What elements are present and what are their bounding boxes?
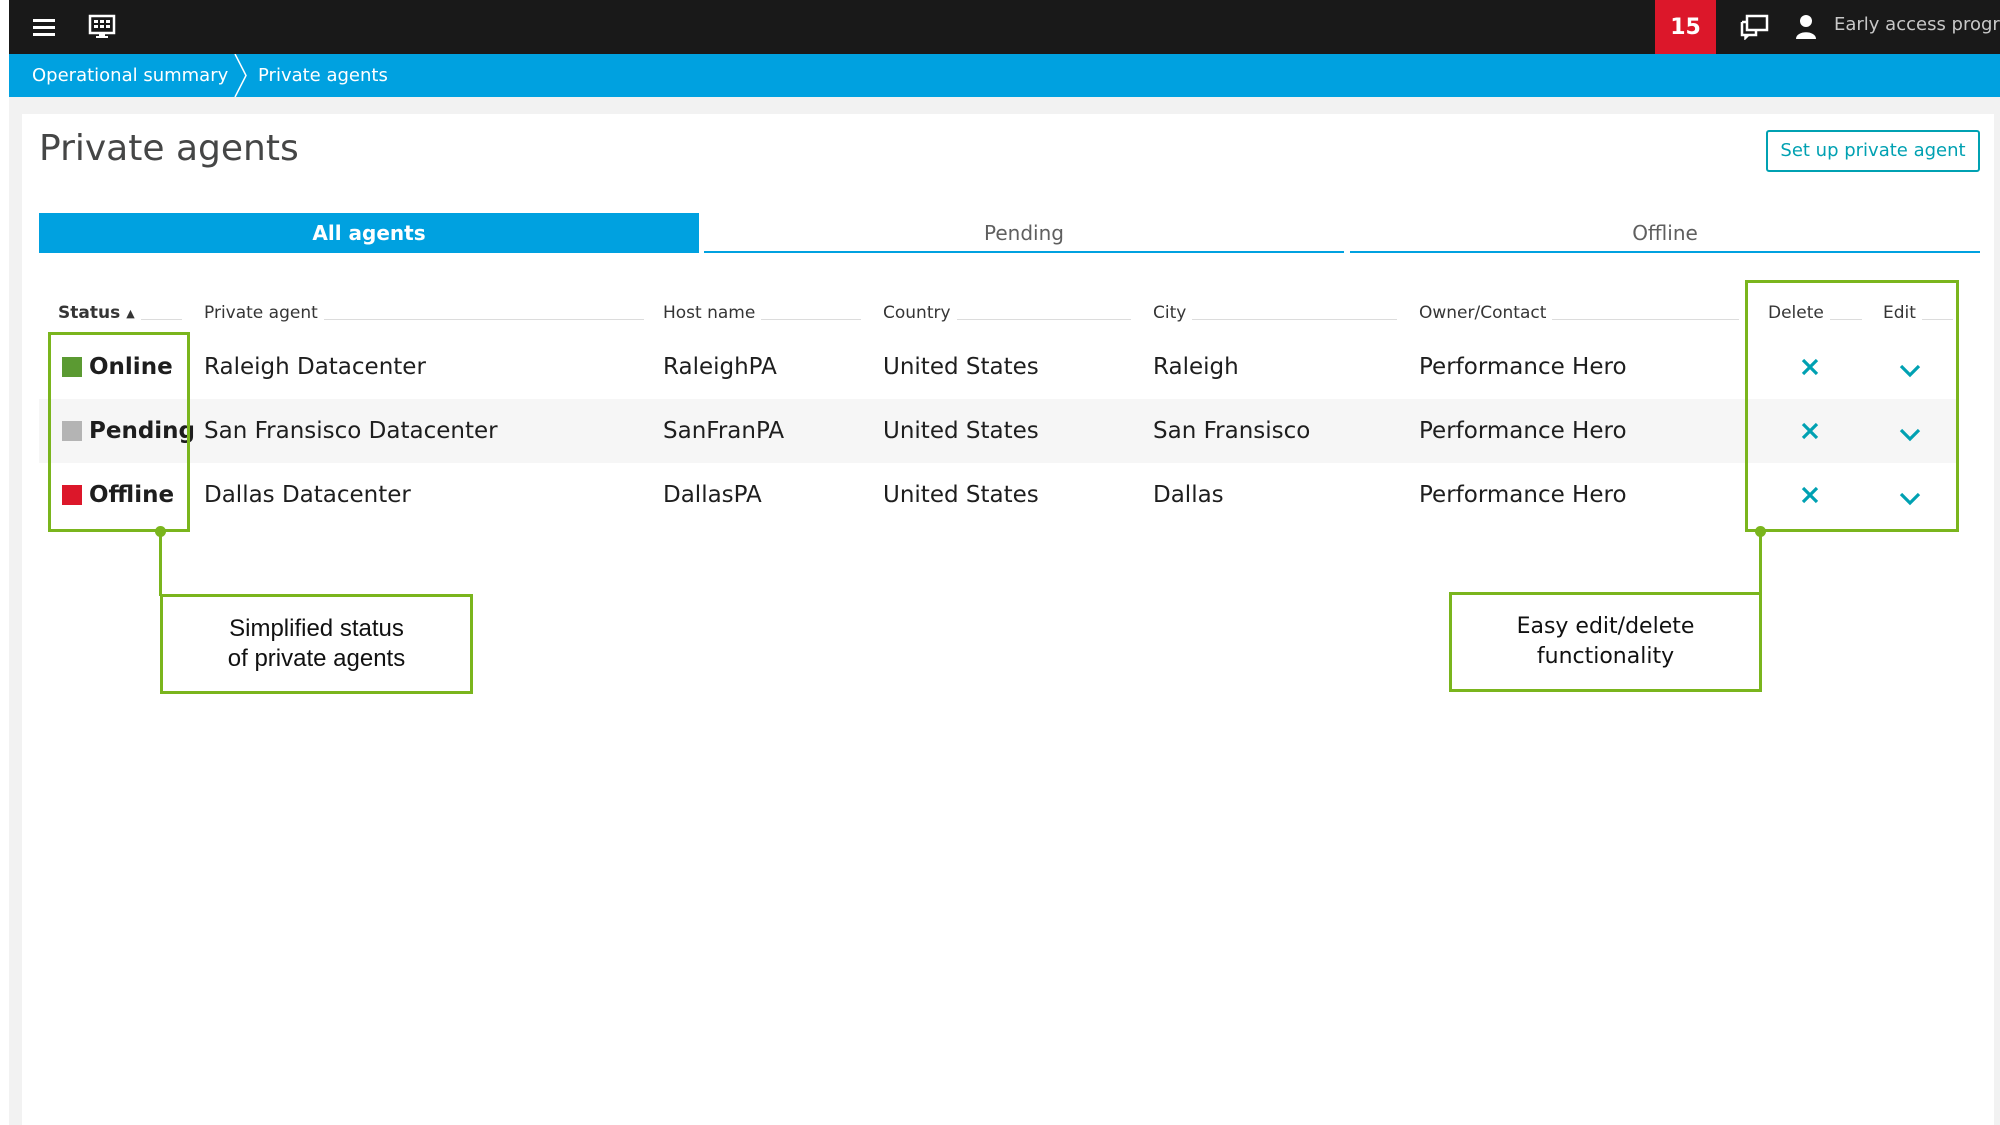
column-divider [1192, 318, 1397, 320]
annotation-connector [159, 531, 162, 596]
breadcrumb-private-agents[interactable]: Private agents [258, 54, 388, 97]
host-name-cell: SanFranPA [663, 418, 785, 444]
column-header-host-name[interactable]: Host name [663, 300, 861, 326]
page-frame-top [9, 97, 2000, 114]
country-cell: United States [883, 482, 1039, 508]
status-annotation-callout: Simplified status of private agents [160, 594, 473, 694]
owner-contact-cell: Performance Hero [1419, 354, 1627, 380]
agent-name-cell: Raleigh Datacenter [204, 354, 426, 380]
country-cell: United States [883, 354, 1039, 380]
column-divider [1552, 318, 1739, 320]
tab-all-agents[interactable]: All agents [39, 213, 699, 253]
column-divider [323, 318, 644, 320]
monitor-icon[interactable] [77, 0, 127, 54]
column-header-host-name-label: Host name [663, 303, 756, 323]
host-name-cell: RaleighPA [663, 354, 777, 380]
column-header-owner-contact[interactable]: Owner/Contact [1419, 300, 1739, 326]
country-cell: United States [883, 418, 1039, 444]
page-frame-right [1994, 97, 2000, 1125]
column-header-status-label: Status [58, 303, 121, 323]
table-row: Pending San Fransisco Datacenter SanFran… [39, 399, 1959, 463]
agent-name-cell: Dallas Datacenter [204, 482, 411, 508]
column-divider [956, 318, 1131, 320]
status-highlight-box [48, 332, 190, 532]
breadcrumb: Operational summary Private agents [9, 54, 2000, 97]
breadcrumb-chevron-icon [234, 54, 247, 97]
user-icon[interactable] [1784, 0, 1828, 54]
tab-pending[interactable]: Pending [704, 213, 1344, 253]
agent-name-cell: San Fransisco Datacenter [204, 418, 498, 444]
column-header-country-label: Country [883, 303, 951, 323]
owner-contact-cell: Performance Hero [1419, 418, 1627, 444]
page-frame-left [9, 97, 22, 1125]
column-header-private-agent[interactable]: Private agent [204, 300, 644, 326]
column-header-city-label: City [1153, 303, 1187, 323]
sort-ascending-icon: ▲ [126, 306, 135, 320]
city-cell: Raleigh [1153, 354, 1239, 380]
column-divider [761, 318, 861, 320]
table-row: Offline Dallas Datacenter DallasPA Unite… [39, 463, 1959, 527]
page-title: Private agents [39, 128, 299, 169]
actions-annotation-callout: Easy edit/delete functionality [1449, 592, 1762, 692]
column-header-status[interactable]: Status ▲ [58, 300, 182, 326]
tab-offline[interactable]: Offline [1350, 213, 1980, 253]
table-row: Online Raleigh Datacenter RaleighPA Unit… [39, 335, 1959, 399]
menu-icon[interactable] [23, 0, 65, 54]
column-header-country[interactable]: Country [883, 300, 1131, 326]
callout-text-line: Easy edit/delete [1516, 614, 1695, 639]
user-menu-label[interactable]: Early access program [1834, 0, 2000, 54]
city-cell: Dallas [1153, 482, 1224, 508]
breadcrumb-operational-summary[interactable]: Operational summary [32, 54, 228, 97]
callout-text-line: of private agents [227, 645, 406, 672]
annotation-connector [1759, 531, 1762, 594]
set-up-private-agent-button[interactable]: Set up private agent [1766, 130, 1980, 172]
owner-contact-cell: Performance Hero [1419, 482, 1627, 508]
callout-text-line: functionality [1536, 644, 1675, 669]
host-name-cell: DallasPA [663, 482, 762, 508]
city-cell: San Fransisco [1153, 418, 1311, 444]
top-navigation-bar: 15 Early access program [9, 0, 2000, 54]
column-header-city[interactable]: City [1153, 300, 1397, 326]
notification-count-badge[interactable]: 15 [1655, 0, 1716, 54]
callout-text-line: Simplified status [229, 615, 404, 642]
column-header-private-agent-label: Private agent [204, 303, 318, 323]
column-header-owner-contact-label: Owner/Contact [1419, 303, 1547, 323]
actions-highlight-box [1745, 280, 1959, 532]
column-divider [140, 318, 182, 320]
chat-icon[interactable] [1724, 0, 1784, 54]
